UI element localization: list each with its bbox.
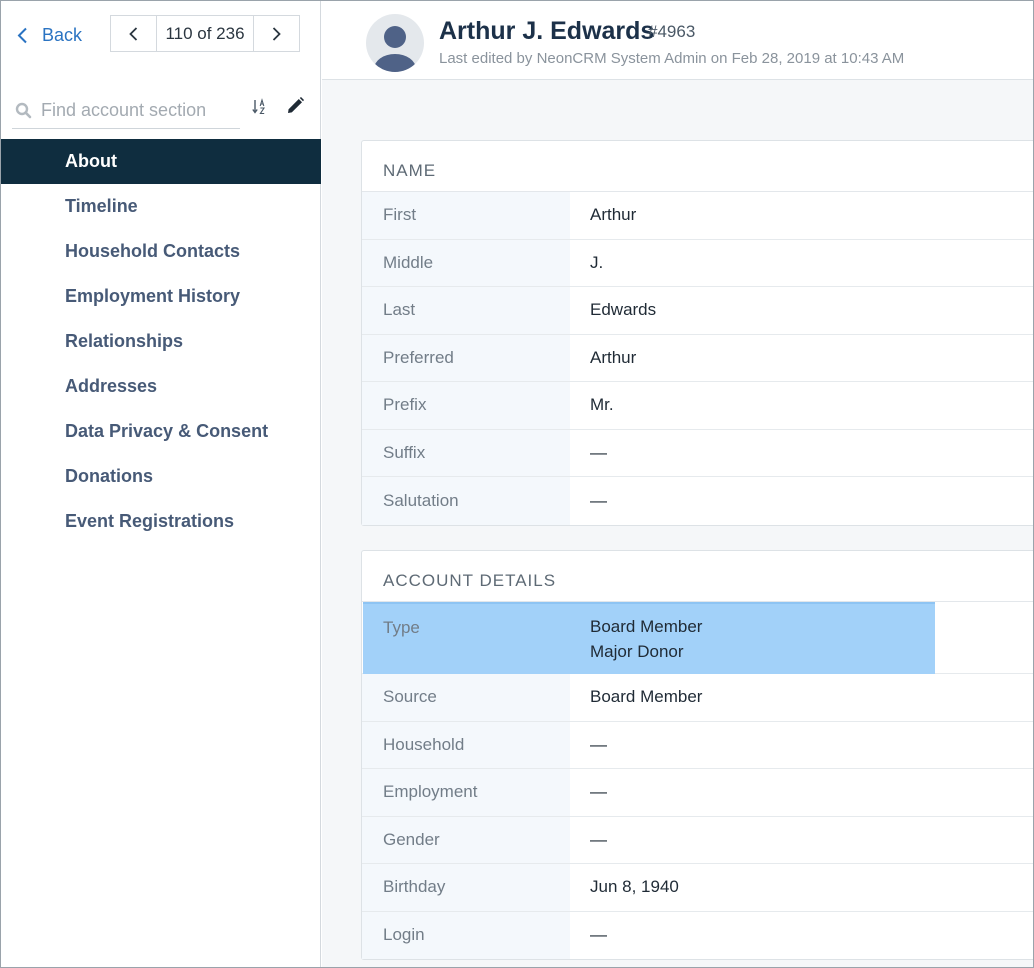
edit-sections-button[interactable] — [287, 97, 304, 119]
field-row-preferred: Preferred Arthur — [362, 334, 1034, 382]
field-row-birthday: Birthday Jun 8, 1940 — [362, 864, 1034, 912]
account-sidebar: Back 110 of 236 Find account section Abo… — [0, 0, 321, 968]
back-button[interactable]: Back — [17, 22, 82, 48]
nav-item-household-contacts[interactable]: Household Contacts — [0, 229, 321, 274]
nav-item-about[interactable]: About — [0, 139, 321, 184]
previous-record-button[interactable] — [111, 16, 156, 51]
field-value: Mr. — [590, 395, 614, 415]
field-label: Birthday — [362, 864, 570, 911]
field-value: Board Member — [590, 687, 703, 707]
field-row-prefix: Prefix Mr. — [362, 382, 1034, 430]
record-pager: 110 of 236 — [110, 15, 300, 52]
sort-az-icon — [252, 98, 266, 115]
field-row-type: Type Board Member Major Donor — [362, 602, 1034, 674]
field-row-employment: Employment — — [362, 769, 1034, 817]
field-label: Gender — [362, 816, 570, 863]
field-label: Type — [383, 618, 420, 637]
search-icon — [15, 102, 32, 118]
account-main: Arthur J. Edwards #4963 Last edited by N… — [322, 0, 1034, 968]
field-value: Arthur — [590, 205, 637, 225]
back-label: Back — [42, 24, 83, 45]
field-label: Employment — [362, 769, 570, 816]
field-value: — — [590, 782, 607, 802]
account-details-card: ACCOUNT DETAILS Type Board Member Major … — [361, 550, 1034, 960]
field-value: Board Member Major Donor — [570, 602, 1034, 673]
nav-item-addresses[interactable]: Addresses — [0, 364, 321, 409]
field-label: Source — [362, 674, 570, 721]
field-value: Jun 8, 1940 — [590, 877, 679, 897]
pencil-icon — [288, 97, 304, 113]
field-value: Arthur — [590, 347, 637, 367]
field-value: — — [590, 442, 607, 462]
nav-item-relationships[interactable]: Relationships — [0, 319, 321, 364]
field-label: Preferred — [362, 334, 570, 381]
account-id: #4963 — [648, 22, 696, 41]
field-value: — — [590, 490, 607, 510]
field-value: — — [590, 734, 607, 754]
field-value: — — [590, 829, 607, 849]
type-value: Board Member — [590, 617, 703, 636]
field-row-source: Source Board Member — [362, 674, 1034, 722]
name-card-title: NAME — [362, 141, 1034, 192]
last-edited-text: Last edited by NeonCRM System Admin on F… — [439, 50, 905, 67]
field-value: — — [590, 925, 607, 945]
field-label: Salutation — [362, 477, 570, 525]
field-value: J. — [590, 252, 604, 272]
chevron-right-icon — [272, 26, 281, 41]
field-label: Suffix — [362, 429, 570, 476]
chevron-left-icon — [17, 27, 27, 43]
section-search-input[interactable] — [41, 99, 231, 121]
next-record-button[interactable] — [254, 16, 299, 51]
field-label: Household — [362, 721, 570, 768]
field-label: Last — [362, 287, 570, 334]
record-position: 110 of 236 — [156, 16, 254, 51]
name-card: NAME First Arthur Middle J. Last Edwards… — [361, 140, 1034, 526]
nav-item-timeline[interactable]: Timeline — [0, 184, 321, 229]
nav-item-data-privacy[interactable]: Data Privacy & Consent — [0, 409, 321, 454]
type-value: Major Donor — [590, 642, 684, 661]
field-row-salutation: Salutation — — [362, 477, 1034, 525]
nav-item-donations[interactable]: Donations — [0, 454, 321, 499]
field-row-suffix: Suffix — — [362, 429, 1034, 477]
sort-az-button[interactable] — [252, 98, 268, 121]
section-nav: About Timeline Household Contacts Employ… — [0, 139, 321, 544]
avatar — [366, 14, 424, 72]
field-row-middle: Middle J. — [362, 239, 1034, 287]
field-row-first: First Arthur — [362, 192, 1034, 240]
account-details-title: ACCOUNT DETAILS — [362, 551, 1034, 602]
nav-item-employment-history[interactable]: Employment History — [0, 274, 321, 319]
section-search — [12, 92, 240, 129]
account-name: Arthur J. Edwards — [439, 17, 655, 45]
nav-item-event-registrations[interactable]: Event Registrations — [0, 499, 321, 544]
field-label: Middle — [362, 239, 570, 286]
field-label: Prefix — [362, 382, 570, 429]
field-value: Edwards — [590, 300, 657, 320]
field-row-last: Last Edwards — [362, 287, 1034, 335]
field-label: First — [362, 192, 570, 239]
chevron-left-icon — [129, 26, 138, 41]
field-row-login: Login — — [362, 911, 1034, 959]
field-row-household: Household — — [362, 721, 1034, 769]
field-row-gender: Gender — — [362, 816, 1034, 864]
field-label: Login — [362, 911, 570, 959]
account-header: Arthur J. Edwards #4963 Last edited by N… — [322, 0, 1034, 80]
